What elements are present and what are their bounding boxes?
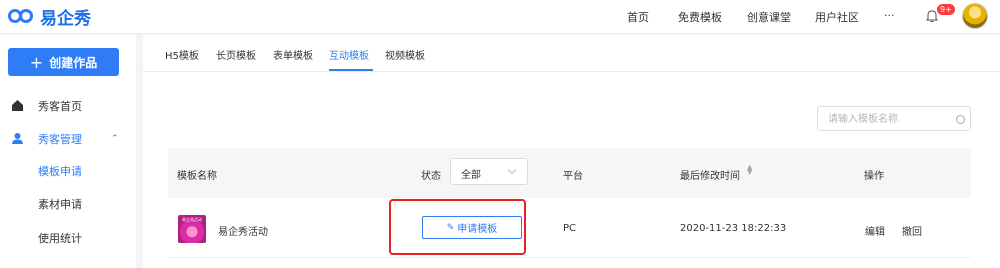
sidebar-item-label: 模板申请	[38, 165, 82, 178]
template-thumbnail[interactable]: 易企秀活动	[178, 215, 206, 243]
user-icon	[12, 133, 23, 144]
template-name: 易企秀活动	[218, 227, 268, 238]
header-actions: 操作	[864, 171, 884, 182]
tab-long-page[interactable]: 长页模板	[216, 47, 256, 62]
highlight-box	[389, 199, 526, 255]
brand-name: 易企秀	[40, 8, 91, 29]
chevron-down-icon	[507, 165, 517, 175]
top-bar: 易企秀 首页 免费模板 创意课堂 用户社区 ··· 9+	[0, 0, 1000, 34]
table-row: 易企秀活动 易企秀活动 ✎ 申请模板 PC 2020-11-23 18:22:3…	[168, 198, 971, 258]
platform-value: PC	[563, 223, 577, 234]
nav-community[interactable]: 用户社区	[815, 9, 859, 25]
notification-badge: 9+	[937, 4, 955, 15]
plus-icon: +	[29, 52, 44, 72]
main-content: H5模板 长页模板 表单模板 互动模板 视频模板 模板名称 状态 全部 平台 最…	[143, 35, 1000, 268]
sidebar-item-label: 秀客首页	[38, 100, 82, 113]
table-header: 模板名称 状态 全部 平台 最后修改时间 ▲ ▼ 操作	[168, 148, 971, 198]
sidebar-item-label: 秀客管理	[38, 133, 82, 146]
tab-video[interactable]: 视频模板	[385, 47, 425, 62]
status-filter-select[interactable]: 全部	[450, 158, 528, 185]
search-input[interactable]	[828, 111, 948, 127]
create-work-button[interactable]: + 创建作品	[8, 48, 119, 76]
sidebar-item-label: 素材申请	[38, 198, 82, 211]
thumbnail-label: 易企秀活动	[182, 217, 202, 222]
logo-icon	[8, 7, 36, 25]
nav-free-templates[interactable]: 免费模板	[678, 9, 722, 25]
edit-link[interactable]: 编辑	[865, 223, 885, 238]
nav-more[interactable]: ···	[884, 9, 895, 22]
sidebar: + 创建作品 秀客首页 秀客管理 ⌃ 模板申请 素材申请 使用统计	[0, 35, 136, 268]
sidebar-item-management[interactable]: 秀客管理 ⌃	[0, 127, 136, 151]
nav-creative-class[interactable]: 创意课堂	[747, 9, 791, 25]
tab-form[interactable]: 表单模板	[273, 47, 313, 62]
sidebar-item-material-apply[interactable]: 素材申请	[0, 192, 136, 216]
status-filter-value: 全部	[461, 170, 481, 181]
create-work-label: 创建作品	[49, 55, 98, 70]
header-name: 模板名称	[177, 171, 217, 182]
sidebar-item-label: 使用统计	[38, 232, 82, 245]
active-tab-indicator	[329, 69, 373, 71]
tab-interactive[interactable]: 互动模板	[329, 47, 369, 62]
header-modified[interactable]: 最后修改时间	[680, 167, 740, 182]
sort-icon[interactable]: ▲ ▼	[747, 164, 752, 176]
modified-time: 2020-11-23 18:22:33	[680, 223, 787, 234]
chevron-up-icon: ⌃	[111, 134, 119, 144]
template-search	[817, 106, 971, 131]
nav-home[interactable]: 首页	[627, 9, 649, 25]
search-icon[interactable]	[956, 115, 965, 124]
sidebar-item-template-apply[interactable]: 模板申请	[0, 159, 136, 183]
sidebar-item-usage-stats[interactable]: 使用统计	[0, 226, 136, 250]
logo[interactable]: 易企秀	[8, 5, 91, 29]
header-platform: 平台	[563, 171, 583, 182]
sidebar-item-home[interactable]: 秀客首页	[0, 94, 136, 118]
header-status: 状态	[421, 171, 441, 182]
avatar[interactable]	[962, 3, 988, 29]
template-tabs: H5模板 长页模板 表单模板 互动模板 视频模板	[143, 35, 1000, 72]
revoke-link[interactable]: 撤回	[902, 223, 922, 238]
home-icon	[12, 100, 23, 111]
tab-h5[interactable]: H5模板	[165, 47, 199, 62]
